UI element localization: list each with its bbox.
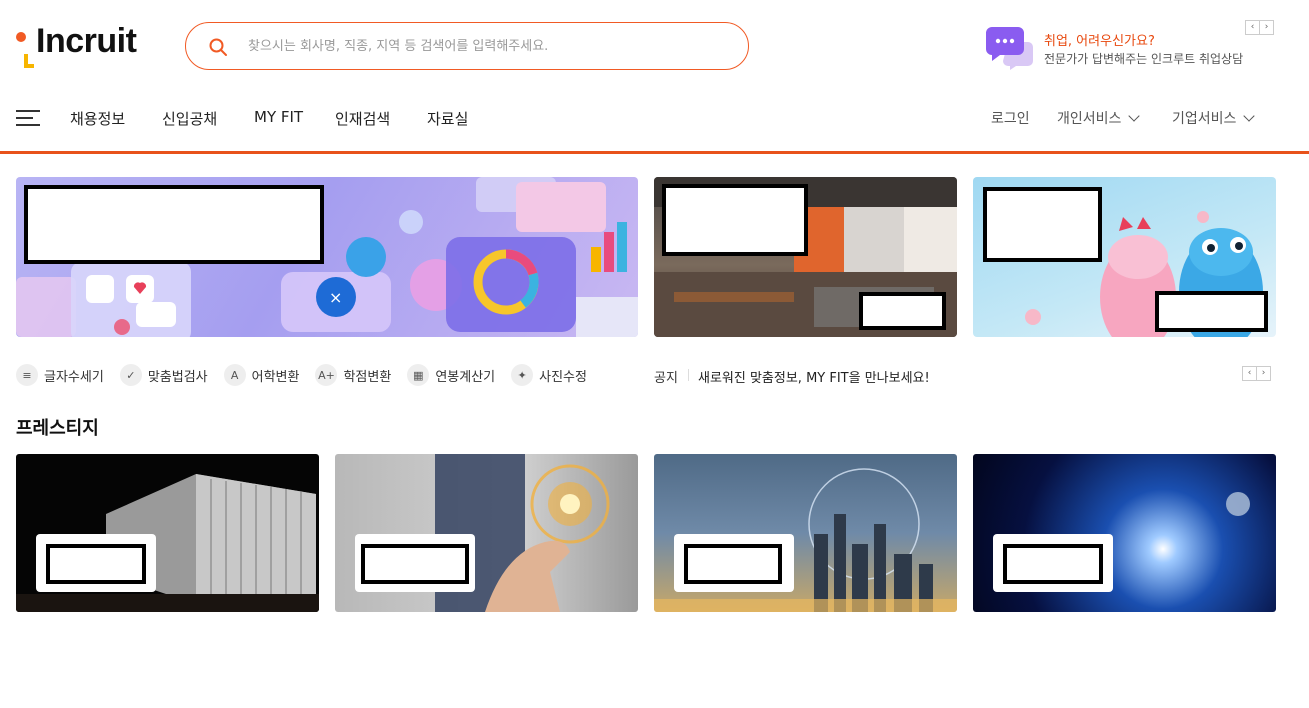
prestige-logo-chip [36, 534, 156, 592]
banner-title-placeholder [662, 184, 808, 256]
consult-pager: ‹ › [1245, 20, 1274, 35]
search-input[interactable] [248, 34, 718, 58]
chevron-down-icon [1128, 110, 1141, 122]
prestige-title: 프레스티지 [16, 418, 99, 439]
tool-label: 학점변환 [343, 369, 392, 385]
personal-service-label: 개인서비스 [1057, 111, 1122, 127]
calculator-icon: ▦ [407, 364, 430, 386]
search-bar[interactable] [185, 22, 749, 70]
grade-icon: A+ [315, 364, 338, 386]
nav-item-recruit[interactable]: 신입공채 [162, 108, 217, 129]
tool-spell-check[interactable]: ✓ 맞춤법검사 [119, 364, 208, 386]
business-service-menu[interactable]: 기업서비스 [1172, 108, 1256, 128]
consult-subtitle: 전문가가 답변해주는 인크루트 취업상담 [1044, 52, 1244, 66]
search-icon[interactable] [208, 37, 228, 57]
tool-label: 연봉계산기 [435, 369, 496, 385]
notice-label: 공지 [654, 371, 678, 386]
next-arrow-icon[interactable]: › [1259, 20, 1274, 35]
company-logo-placeholder [684, 544, 782, 584]
personal-service-menu[interactable]: 개인서비스 [1057, 108, 1141, 128]
tool-label: 사진수정 [539, 369, 587, 385]
prestige-card[interactable] [654, 454, 957, 612]
company-logo-placeholder [46, 544, 146, 584]
company-logo-placeholder [1003, 544, 1103, 584]
prestige-card[interactable] [973, 454, 1276, 612]
banner-tag-placeholder [859, 292, 946, 330]
tool-language-convert[interactable]: A 어학변환 [223, 364, 300, 386]
promo-banner-characters[interactable] [973, 177, 1276, 337]
language-icon: A [223, 364, 246, 386]
prestige-logo-chip [674, 534, 794, 592]
tool-label: 글자수세기 [44, 369, 104, 385]
company-logo-placeholder [361, 544, 469, 584]
text-lines-icon: ≡ [16, 364, 38, 386]
chevron-down-icon [1243, 110, 1256, 122]
spell-check-icon: ✓ [119, 364, 142, 386]
nav-item-talent[interactable]: 인재검색 [335, 108, 390, 129]
tool-label: 어학변환 [251, 369, 300, 385]
main-nav: 채용정보 신입공채 MY FIT 인재검색 자료실 로그인 개인서비스 기업서비… [0, 96, 1309, 154]
prev-arrow-icon[interactable]: ‹ [1245, 20, 1260, 35]
next-arrow-icon[interactable]: › [1256, 366, 1271, 381]
tool-grade-convert[interactable]: A+ 학점변환 [315, 364, 391, 386]
prestige-logo-chip [993, 534, 1113, 592]
prestige-card[interactable] [16, 454, 319, 612]
notice-link[interactable]: 새로워진 맞춤정보, MY FIT을 만나보세요! [698, 367, 930, 386]
consult-title: 취업, 어려우신가요? [1044, 34, 1155, 49]
promo-banner-main[interactable]: × [16, 177, 638, 337]
tool-photo-edit[interactable]: ✦ 사진수정 [511, 364, 587, 386]
login-link[interactable]: 로그인 [991, 108, 1030, 128]
notice-pager: ‹ › [1242, 366, 1271, 381]
menu-icon[interactable] [16, 110, 40, 126]
banner-title-placeholder [24, 185, 324, 264]
promo-banner-office[interactable] [654, 177, 957, 337]
notice-divider [688, 369, 689, 381]
business-service-label: 기업서비스 [1172, 111, 1237, 127]
chat-bubble-icon [986, 27, 1033, 70]
tool-salary-calculator[interactable]: ▦ 연봉계산기 [407, 364, 495, 386]
tool-label: 맞춤법검사 [147, 369, 208, 385]
magic-wand-icon: ✦ [511, 364, 534, 386]
prestige-card[interactable] [335, 454, 638, 612]
incruit-logo[interactable]: Incruit [14, 22, 154, 68]
banner-title-placeholder [983, 187, 1102, 262]
utility-tools: ≡ 글자수세기 ✓ 맞춤법검사 A 어학변환 A+ 학점변환 ▦ 연봉계산기 ✦… [16, 364, 603, 386]
prev-arrow-icon[interactable]: ‹ [1242, 366, 1257, 381]
nav-item-jobs[interactable]: 채용정보 [70, 108, 125, 129]
tool-char-count[interactable]: ≡ 글자수세기 [16, 364, 104, 386]
banner-tag-placeholder [1155, 291, 1268, 332]
career-consult-banner[interactable]: 취업, 어려우신가요? 전문가가 답변해주는 인크루트 취업상담 [986, 26, 1266, 70]
nav-item-myfit[interactable]: MY FIT [254, 108, 303, 126]
prestige-logo-chip [355, 534, 475, 592]
svg-text:×: × [329, 288, 342, 307]
logo-mark-icon [14, 26, 34, 68]
logo-text: Incruit [36, 22, 137, 60]
nav-item-resources[interactable]: 자료실 [427, 108, 468, 129]
